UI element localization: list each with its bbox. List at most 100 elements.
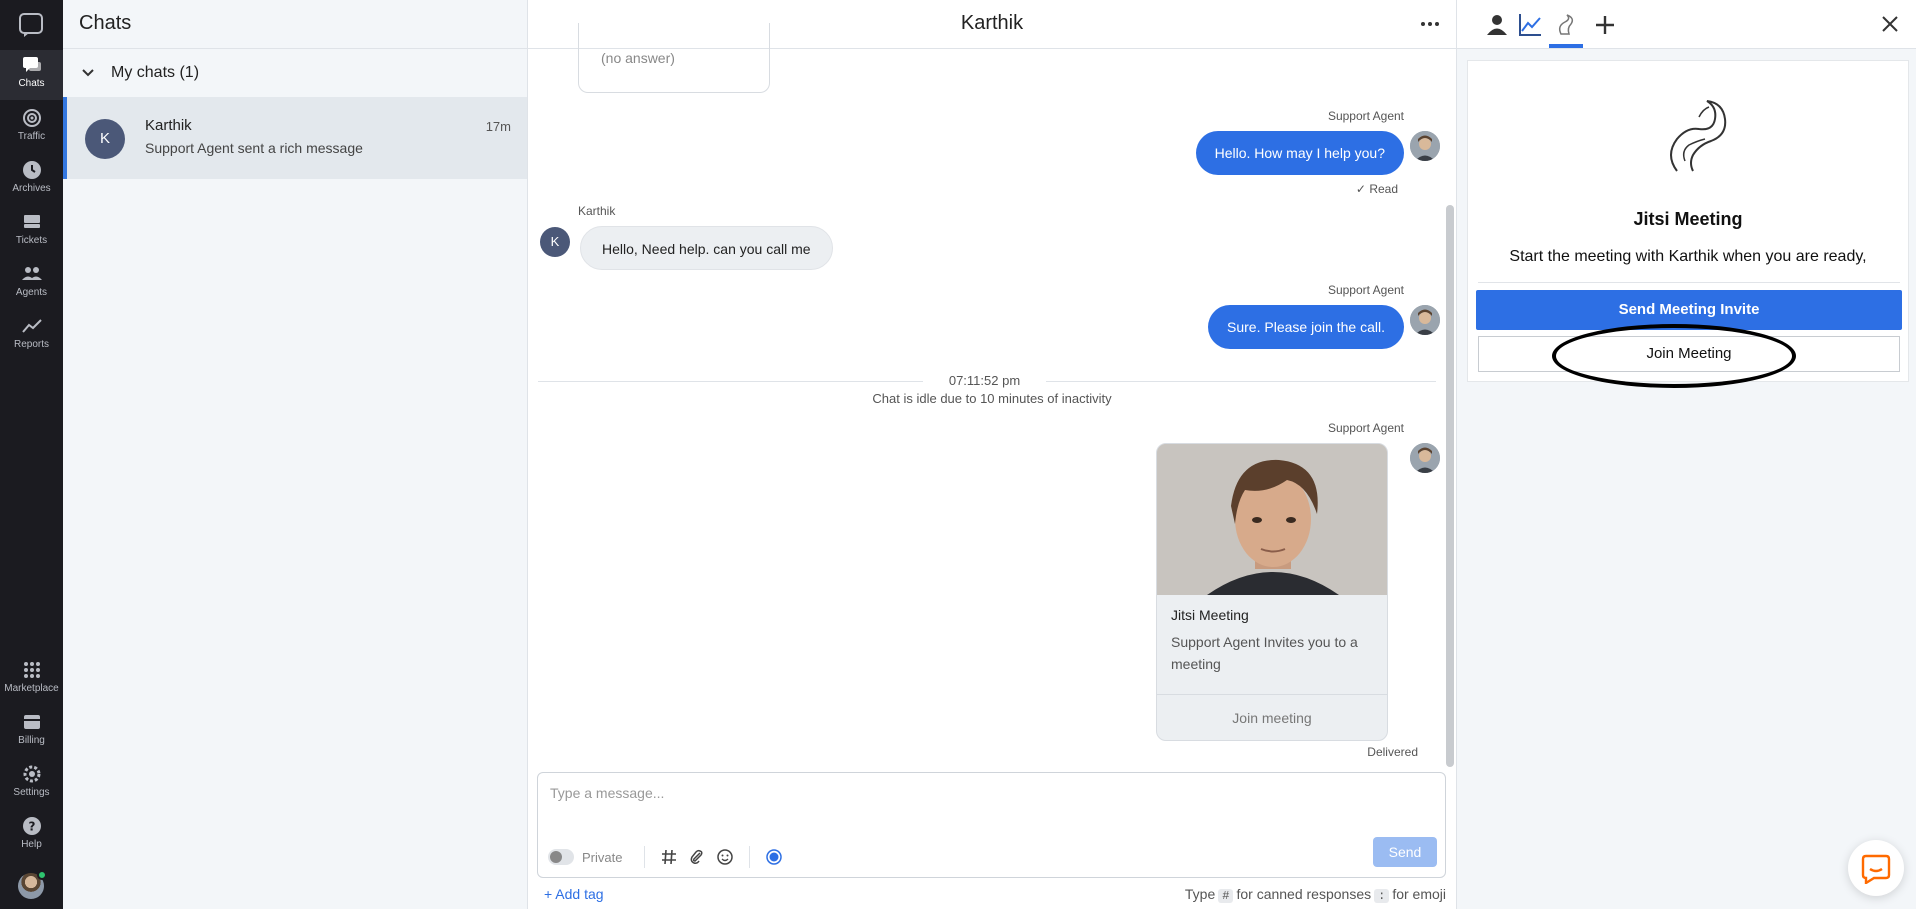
previous-message-card: (no answer) [578,23,770,93]
hashtag-icon[interactable] [660,848,678,866]
traffic-icon [22,109,41,127]
chats-list-panel: Chats My chats (1) K Karthik Support Age… [63,0,528,909]
nav-item-settings[interactable]: Settings [0,759,63,809]
nav-item-label: Reports [13,339,49,350]
card-image [1157,444,1387,595]
widget-description: Start the meeting with Karthik when you … [1509,248,1867,265]
clock-icon [22,161,41,179]
send-button[interactable]: Send [1373,837,1437,867]
nav-item-label: Help [21,839,42,850]
outgoing-message: Hello. How may I help you? [1195,131,1404,175]
nav-item-chats[interactable]: Chats [0,50,63,100]
more-options-icon[interactable] [1418,12,1442,36]
separator-line [538,381,923,382]
chat-icon [22,57,41,72]
private-label: Private [582,849,623,865]
nav-item-marketplace[interactable]: Marketplace [0,655,63,705]
agent-avatar [1410,131,1440,161]
jitsi-logo-icon [1670,100,1727,172]
chart-line-icon [21,319,42,333]
agents-icon [21,267,42,280]
nav-item-label: Settings [13,787,50,798]
agent-avatar [1410,443,1440,473]
message-author: Karthik [578,204,616,218]
jitsi-widget: Jitsi Meeting Start the meeting with Kar… [1467,60,1909,382]
nav-item-label: Billing [18,735,45,746]
message-composer[interactable]: Type a message... Private Send [537,772,1446,878]
list-title: Chats [63,0,527,49]
message-author: Support Agent [1327,421,1404,435]
nav-item-help[interactable]: ? Help [0,811,63,861]
ticket-icon [23,215,40,228]
read-status: ✓ Read [1355,182,1398,196]
chat-bubble-icon [1861,854,1891,886]
details-panel: Jitsi Meeting Start the meeting with Kar… [1456,0,1916,909]
close-icon[interactable] [1878,12,1902,36]
jitsi-tab-icon [1558,14,1574,35]
message-input[interactable]: Type a message... [550,785,664,801]
separator-line [1046,381,1436,382]
billing-icon [23,715,40,729]
toolbar-divider [644,846,646,868]
private-toggle[interactable] [548,849,574,865]
nav-item-archives[interactable]: Archives [0,155,63,205]
send-meeting-invite-button[interactable]: Send Meeting Invite [1476,290,1902,330]
active-tab-indicator [1549,44,1583,48]
my-chats-group[interactable]: My chats (1) [63,49,527,97]
tab-customer[interactable] [1482,10,1512,40]
nav-item-label: Tickets [15,235,48,246]
nav-item-reports[interactable]: Reports [0,311,63,361]
chat-item-time: 17m [485,119,511,134]
agent-avatar [1410,305,1440,335]
person-photo-icon [1157,444,1387,595]
join-meeting-button[interactable]: Join Meeting [1478,336,1900,372]
help-chat-button[interactable] [1848,840,1904,896]
chat-item-preview: Support Agent sent a rich message [145,140,363,156]
rich-message-card: Jitsi Meeting Support Agent Invites you … [1156,443,1388,741]
outgoing-message: Sure. Please join the call. [1208,305,1404,349]
emoji-icon[interactable] [716,848,734,866]
online-status-dot [37,870,47,880]
chat-scrollbar[interactable] [1446,205,1454,767]
nav-item-traffic[interactable]: Traffic [0,103,63,153]
group-label: My chats (1) [111,64,200,81]
nav-item-label: Chats [18,78,45,89]
nav-item-agents[interactable]: Agents [0,259,63,309]
help-icon: ? [22,817,41,835]
incoming-message: Hello, Need help. can you call me [580,226,833,270]
rich-message-icon[interactable] [765,848,783,866]
add-tag-link[interactable]: + Add tag [544,886,604,902]
nav-item-label: Agents [15,287,48,298]
attachment-icon[interactable] [688,848,706,866]
nav-item-label: Archives [12,183,51,194]
nav-item-label: Traffic [17,131,46,142]
add-app-tab[interactable] [1590,10,1620,40]
user-avatar[interactable] [18,870,47,899]
svg-text:?: ? [28,820,35,834]
nav-item-label: Marketplace [4,683,59,694]
tab-jitsi[interactable] [1551,10,1581,40]
message-author: Support Agent [1327,283,1404,297]
customer-avatar: K [540,227,570,257]
chat-area: Karthik (no answer) Support Agent Hello.… [528,0,1456,909]
idle-notice: Chat is idle due to 10 minutes of inacti… [872,391,1112,406]
customer-avatar: K [85,119,125,159]
toolbar-divider [749,846,751,868]
nav-item-billing[interactable]: Billing [0,707,63,757]
chat-title: Karthik [960,12,1024,34]
plus-icon [1596,16,1614,34]
card-join-meeting-button[interactable]: Join meeting [1157,694,1387,740]
app-logo-icon[interactable] [18,12,44,38]
tab-analytics[interactable] [1515,10,1545,40]
grid-icon [23,662,40,678]
card-title: Jitsi Meeting [1171,607,1249,623]
nav-item-tickets[interactable]: Tickets [0,207,63,257]
widget-title: Jitsi Meeting [1633,209,1743,229]
composer-hint: Type # for canned responses: for emoji [1184,886,1446,903]
separator-time: 07:11:52 pm [948,373,1021,388]
delivered-status: Delivered [1367,745,1418,759]
chevron-down-icon [82,69,94,77]
person-icon [1487,15,1507,35]
chat-list-item[interactable]: K Karthik Support Agent sent a rich mess… [63,97,527,179]
gear-icon [23,765,40,783]
